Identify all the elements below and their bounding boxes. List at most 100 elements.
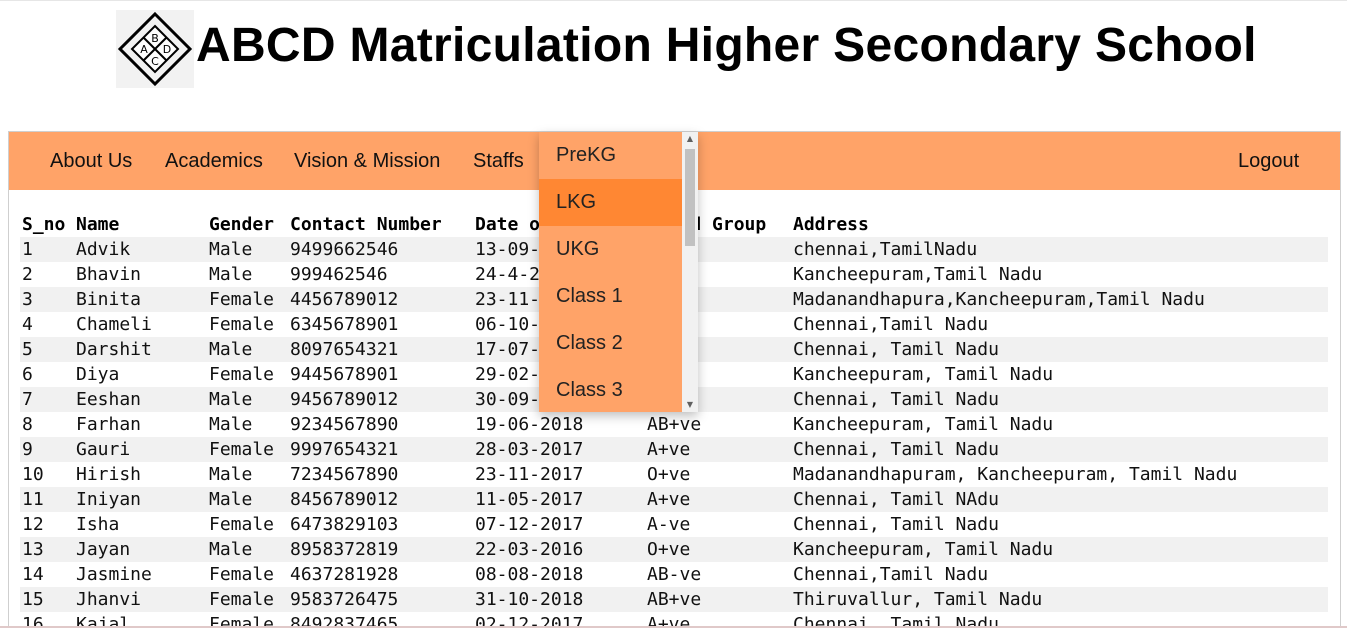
dropdown-item-class-2[interactable]: Class 2 (539, 320, 682, 367)
table-row: 12 Isha Female 6473829103 07-12-2017 A-ve Chen… (20, 512, 1328, 537)
cell-blood-group: A+ve (647, 489, 691, 510)
cell-address: Kancheepuram, Tamil Nadu (793, 414, 1054, 435)
cell-address: Kancheepuram,Tamil Nadu (793, 264, 1043, 285)
cell-contact: 9445678901 (290, 364, 399, 385)
cell-address: Chennai, Tamil Nadu (793, 389, 999, 410)
cell-dob: 19-06-2018 (475, 414, 584, 435)
cell-name: Farhan (76, 414, 142, 435)
dropdown-item-class-3[interactable]: Class 3 (539, 367, 682, 412)
table-row: 10 Hirish Male 7234567890 23-11-2017 O+ve Mada… (20, 462, 1328, 487)
cell-gender: Female (209, 564, 275, 585)
cell-sno: 13 (22, 539, 44, 560)
scroll-up-arrow-icon[interactable]: ▲ (682, 132, 698, 146)
cell-dob: 28-03-2017 (475, 439, 584, 460)
cell-gender: Female (209, 439, 275, 460)
cell-contact: 7234567890 (290, 464, 399, 485)
cell-gender: Female (209, 289, 275, 310)
nav-about-us[interactable]: About Us (50, 132, 132, 190)
cell-sno: 9 (22, 439, 33, 460)
cell-contact: 8456789012 (290, 489, 399, 510)
cell-address: Chennai,Tamil Nadu (793, 564, 989, 585)
header-address: Address (793, 214, 869, 235)
cell-contact: 9456789012 (290, 389, 399, 410)
logo-letter-b: B (151, 32, 159, 45)
cell-sno: 1 (22, 239, 33, 260)
dropdown-item-prekg[interactable]: PreKG (539, 132, 682, 179)
cell-sno: 10 (22, 464, 44, 485)
cell-address: Chennai, Tamil Nadu (793, 339, 999, 360)
cell-contact: 4637281928 (290, 564, 399, 585)
cell-blood-group: AB-ve (647, 564, 702, 585)
cell-gender: Male (209, 264, 253, 285)
cell-blood-group: A-ve (647, 514, 691, 535)
table-row: 11 Iniyan Male 8456789012 11-05-2017 A+ve Chen… (20, 487, 1328, 512)
cell-address: Thiruvallur, Tamil Nadu (793, 589, 1043, 610)
cell-contact: 9499662546 (290, 239, 399, 260)
cell-blood-group: O+ve (647, 539, 691, 560)
nav-staffs[interactable]: Staffs (473, 132, 524, 190)
page-title: ABCD Matriculation Higher Secondary Scho… (196, 19, 1257, 72)
cell-name: Isha (76, 514, 120, 535)
cell-address: Chennai, Tamil Nadu (793, 439, 999, 460)
cell-dob: 23-11-2017 (475, 464, 584, 485)
cell-contact: 6345678901 (290, 314, 399, 335)
logo-letter-c: C (151, 55, 159, 68)
cell-name: Gauri (76, 439, 131, 460)
cell-sno: 2 (22, 264, 33, 285)
cell-name: Chameli (76, 314, 152, 335)
cell-address: Chennai, Tamil NAdu (793, 489, 999, 510)
cell-name: Diya (76, 364, 120, 385)
cell-contact: 8097654321 (290, 339, 399, 360)
cell-sno: 8 (22, 414, 33, 435)
logout-link[interactable]: Logout (1238, 132, 1299, 190)
nav-academics[interactable]: Academics (165, 132, 263, 190)
cell-address: Madanandhapuram, Kancheepuram, Tamil Nad… (793, 464, 1238, 485)
cell-address: Madanandhapura,Kancheepuram,Tamil Nadu (793, 289, 1205, 310)
cell-name: Iniyan (76, 489, 142, 510)
cell-dob: 11-05-2017 (475, 489, 584, 510)
cell-name: Bhavin (76, 264, 142, 285)
cell-name: Binita (76, 289, 142, 310)
cell-contact: 9583726475 (290, 589, 399, 610)
cell-sno: 7 (22, 389, 33, 410)
dropdown-item-class-1[interactable]: Class 1 (539, 273, 682, 320)
cell-contact: 9234567890 (290, 414, 399, 435)
cell-name: Eeshan (76, 389, 142, 410)
dropdown-scrollbar[interactable]: ▲ ▼ (682, 132, 698, 412)
cell-blood-group: A+ve (647, 439, 691, 460)
cell-contact: 8958372819 (290, 539, 399, 560)
cell-sno: 11 (22, 489, 44, 510)
cell-name: Darshit (76, 339, 152, 360)
cell-dob: 31-10-2018 (475, 589, 584, 610)
cell-gender: Female (209, 314, 275, 335)
cell-address: Kancheepuram, Tamil Nadu (793, 364, 1054, 385)
cell-sno: 15 (22, 589, 44, 610)
nav-vision-mission[interactable]: Vision & Mission (294, 132, 440, 190)
cell-gender: Male (209, 389, 253, 410)
logo-letter-d: D (163, 43, 171, 56)
header-name: Name (76, 214, 120, 235)
table-row: 14 Jasmine Female 4637281928 08-08-2018 AB-ve… (20, 562, 1328, 587)
table-row: 15 Jhanvi Female 9583726475 31-10-2018 AB+ve T… (20, 587, 1328, 612)
logo-graphic: B A D C (117, 11, 193, 87)
cell-gender: Male (209, 339, 253, 360)
scrollbar-thumb[interactable] (685, 149, 695, 246)
cell-sno: 5 (22, 339, 33, 360)
cell-contact: 6473829103 (290, 514, 399, 535)
cell-gender: Female (209, 364, 275, 385)
table-row: 8 Farhan Male 9234567890 19-06-2018 AB+ve Kanc… (20, 412, 1328, 437)
cell-contact: 4456789012 (290, 289, 399, 310)
cell-dob: 08-08-2018 (475, 564, 584, 585)
header-sno: S_no (22, 214, 66, 235)
table-row: 13 Jayan Male 8958372819 22-03-2016 O+ve Kanch… (20, 537, 1328, 562)
dropdown-item-lkg[interactable]: LKG (539, 179, 682, 226)
cell-name: Jasmine (76, 564, 152, 585)
cell-address: Chennai, Tamil Nadu (793, 514, 999, 535)
scroll-down-arrow-icon[interactable]: ▼ (682, 398, 698, 412)
cell-address: Kancheepuram, Tamil Nadu (793, 539, 1054, 560)
cell-contact: 999462546 (290, 264, 388, 285)
dropdown-item-ukg[interactable]: UKG (539, 226, 682, 273)
cell-address: Chennai,Tamil Nadu (793, 314, 989, 335)
cell-name: Hirish (76, 464, 142, 485)
cell-name: Jhanvi (76, 589, 142, 610)
